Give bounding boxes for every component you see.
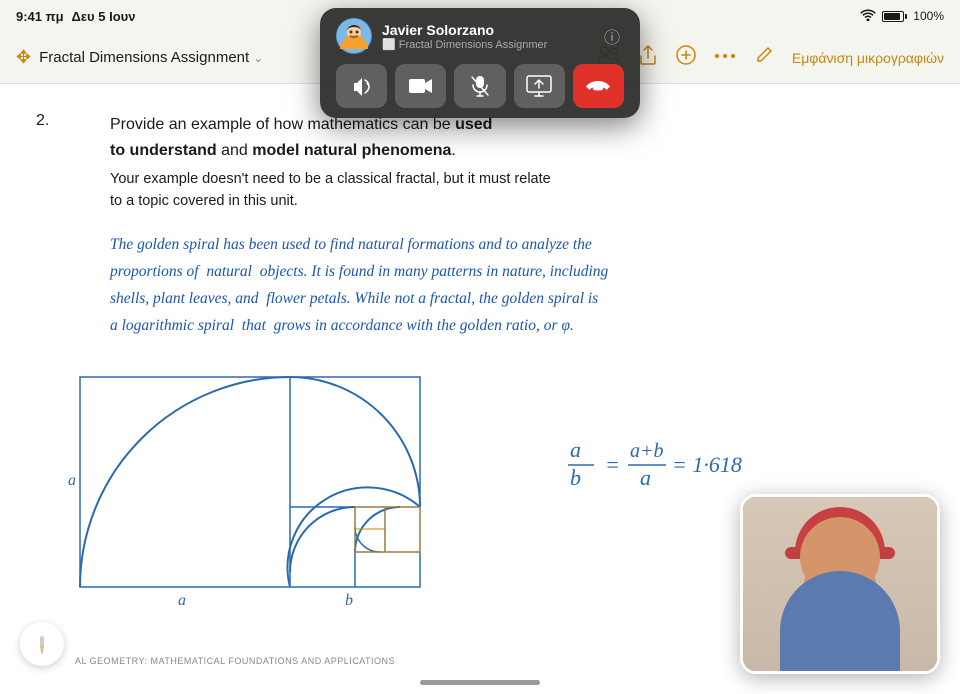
home-indicator[interactable] (420, 680, 540, 685)
caller-name: Javier Solorzano (382, 22, 590, 38)
svg-text:b: b (570, 465, 581, 490)
battery-icon (882, 11, 907, 22)
toolbar-left: ✥ Fractal Dimensions Assignment ⌄ (16, 47, 263, 68)
svg-text:= 1·618: = 1·618 (672, 452, 742, 477)
end-call-button[interactable] (573, 64, 624, 108)
share-icon[interactable] (638, 44, 658, 72)
svg-text:a+b: a+b (630, 440, 664, 462)
chevron-down-icon: ⌄ (253, 51, 263, 65)
more-options-icon[interactable] (714, 46, 736, 69)
svg-text:a: a (178, 592, 186, 609)
spiral-diagram: a a b (60, 357, 440, 622)
collapse-icon[interactable]: ✥ (16, 47, 31, 68)
footer-text: AL GEOMETRY: MATHEMATICAL FOUNDATIONS AN… (75, 656, 395, 666)
bottom-bar (0, 670, 960, 694)
status-bar-left: 9:41 πμ Δευ 5 Ιουν (16, 9, 135, 24)
main-content: 2. Provide an example of how mathematics… (0, 84, 960, 694)
svg-text:=: = (605, 452, 620, 477)
date-display: Δευ 5 Ιουν (72, 9, 136, 24)
pencil-tool-button[interactable] (20, 622, 64, 666)
toolbar-right: Εμφάνιση μικρογραφιών (596, 44, 944, 72)
screen-share-button[interactable] (514, 64, 565, 108)
handwritten-answer: The golden spiral has been used to find … (110, 231, 900, 340)
document-title-container[interactable]: Fractal Dimensions Assignment ⌄ (39, 49, 263, 66)
caller-info: Javier Solorzano ⬜ Fractal Dimensions As… (382, 22, 590, 51)
facetime-doc-name: ⬜ Fractal Dimensions Assignmer (382, 38, 590, 51)
camera-feed (740, 494, 940, 674)
caller-avatar (336, 18, 372, 54)
edit-icon[interactable] (754, 45, 774, 71)
question-subtext: Your example doesn't need to be a classi… (110, 169, 900, 213)
video-button[interactable] (395, 64, 446, 108)
facetime-controls (336, 64, 624, 108)
question-text: Provide an example of how mathematics ca… (110, 112, 900, 163)
show-thumbnails-button[interactable]: Εμφάνιση μικρογραφιών (792, 50, 944, 66)
document-title: Fractal Dimensions Assignment (39, 49, 249, 66)
svg-text:a: a (570, 437, 581, 462)
question-number: 2. (36, 112, 49, 130)
svg-text:b: b (345, 592, 353, 609)
speaker-button[interactable] (336, 64, 387, 108)
wifi-icon (860, 9, 876, 24)
mute-button[interactable] (454, 64, 505, 108)
time-display: 9:41 πμ (16, 9, 64, 24)
facetime-overlay: Javier Solorzano ⬜ Fractal Dimensions As… (320, 8, 640, 118)
battery-percentage: 100% (913, 9, 944, 23)
video-person (743, 497, 937, 671)
question-block: Provide an example of how mathematics ca… (60, 112, 900, 339)
facetime-header: Javier Solorzano ⬜ Fractal Dimensions As… (336, 18, 624, 54)
status-bar-right: 100% (860, 9, 944, 24)
svg-text:a: a (68, 472, 76, 489)
facetime-info-button[interactable]: ⓘ (600, 24, 624, 48)
svg-text:a: a (640, 465, 651, 490)
pencil-icon[interactable] (676, 45, 696, 71)
